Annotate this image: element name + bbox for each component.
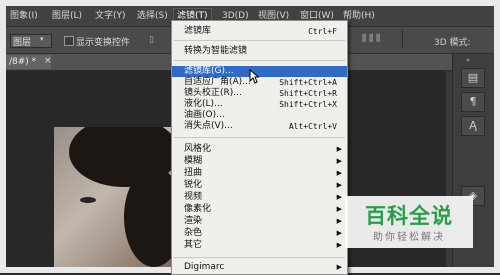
menu-item-video[interactable]: 视频 ▶ (172, 192, 347, 203)
menu-item-shortcut: Shift+Ctrl+X (279, 100, 337, 109)
menu-item-stylize[interactable]: 风格化 ▶ (172, 144, 347, 155)
document-tab-label: /8#) * (9, 57, 37, 67)
menu-item-label: 消失点(V)... (184, 121, 233, 131)
collapse-icon[interactable]: » (466, 56, 470, 64)
submenu-arrow-icon: ▶ (336, 229, 342, 237)
submenu-arrow-icon: ▶ (336, 241, 342, 249)
menu-item-adaptive-wide-angle[interactable]: 自适应广角(A)... Shift+Ctrl+A (172, 77, 347, 88)
menu-separator (174, 257, 345, 258)
divider (402, 30, 403, 48)
submenu-arrow-icon: ▶ (336, 145, 342, 153)
menu-item-label: 镜头校正(R)... (184, 88, 242, 98)
menu-item-lens-correction[interactable]: 镜头校正(R)... Shift+Ctrl+R (172, 88, 347, 99)
menu-image[interactable]: 图象(I) (7, 9, 41, 23)
preset-label: 图层 (13, 38, 32, 48)
submenu-arrow-icon: ▶ (336, 181, 342, 189)
show-transform-checkbox[interactable] (64, 36, 74, 46)
menu-item-label: 杂色 (184, 228, 203, 238)
submenu-arrow-icon: ▶ (336, 263, 342, 271)
menu-item-blur[interactable]: 模糊 ▶ (172, 156, 347, 167)
menu-item-label: 扭曲 (184, 168, 203, 178)
menu-item-other[interactable]: 其它 ▶ (172, 240, 347, 251)
watermark: 百科全说 助你轻松解决 (345, 196, 473, 248)
menu-separator (174, 60, 345, 61)
menu-item-label: 滤镜库 (184, 26, 212, 36)
photo-image (54, 127, 174, 267)
menu-item-vanishing-point[interactable]: 消失点(V)... Alt+Ctrl+V (172, 121, 347, 132)
menu-item-shortcut: Alt+Ctrl+V (288, 122, 337, 131)
submenu-arrow-icon: ▶ (336, 217, 342, 225)
chevron-down-icon: ▾ (40, 35, 44, 43)
menu-item-label: 锐化 (184, 180, 203, 190)
menu-item-digimarc[interactable]: Digimarc ▶ (172, 262, 347, 273)
menu-layer[interactable]: 图层(L) (49, 9, 85, 23)
menu-item-label: 像素化 (184, 204, 212, 214)
menu-item-convert-smart[interactable]: 转换为智能滤镜 (172, 46, 347, 57)
close-icon[interactable]: × (44, 56, 52, 66)
menu-item-label: 渲染 (184, 216, 203, 226)
menu-item-render[interactable]: 渲染 ▶ (172, 216, 347, 227)
menu-item-label: 视频 (184, 192, 203, 202)
menu-item-sharpen[interactable]: 锐化 ▶ (172, 180, 347, 191)
menu-item-label: Digimarc (184, 262, 225, 272)
show-transform-label: 显示变换控件 (76, 38, 131, 48)
menu-item-last-filter[interactable]: 滤镜库 Ctrl+F (172, 26, 347, 37)
menu-item-oil-paint[interactable]: 油画(O)... (172, 110, 347, 121)
submenu-arrow-icon: ▶ (336, 169, 342, 177)
menu-separator (174, 40, 345, 41)
menu-item-distort[interactable]: 扭曲 ▶ (172, 168, 347, 179)
menu-item-label: 滤镜库(G)... (184, 66, 234, 76)
distribute-icons[interactable]: ⫼ ⫼ ⫼ (362, 34, 380, 44)
menu-item-label: 液化(L)... (184, 99, 223, 109)
menu-separator (174, 137, 345, 138)
menu-type[interactable]: 文字(Y) (92, 9, 129, 23)
paragraph-icon[interactable]: ¶ (461, 92, 485, 112)
align-icon[interactable]: ▯ (149, 35, 154, 45)
menu-item-label: 自适应广角(A)... (184, 77, 251, 87)
eye (80, 197, 96, 203)
menu-item-noise[interactable]: 杂色 ▶ (172, 228, 347, 239)
menu-item-label: 其它 (184, 240, 203, 250)
menu-item-filter-gallery[interactable]: 滤镜库(G)... (172, 66, 347, 77)
watermark-title: 百科全说 (365, 204, 453, 228)
menu-item-shortcut: Shift+Ctrl+R (279, 89, 337, 98)
submenu-arrow-icon: ▶ (336, 193, 342, 201)
menu-item-label: 模糊 (184, 156, 203, 166)
submenu-arrow-icon: ▶ (336, 205, 342, 213)
menu-item-shortcut: Ctrl+F (308, 27, 337, 36)
menu-item-label: 风格化 (184, 144, 212, 154)
history-icon[interactable]: ▤ (461, 68, 485, 88)
3d-mode-label: 3D 模式: (434, 38, 471, 48)
menu-item-label: 转换为智能滤镜 (184, 46, 248, 56)
menu-select[interactable]: 选择(S) (134, 9, 171, 23)
mouse-cursor-icon (249, 69, 259, 84)
character-icon[interactable]: Ą (461, 116, 485, 136)
submenu-arrow-icon: ▶ (336, 157, 342, 165)
filter-menu: 滤镜库 Ctrl+F 转换为智能滤镜 滤镜库(G)... 自适应广角(A)...… (171, 20, 348, 275)
watermark-subtitle: 助你轻松解决 (373, 232, 445, 243)
menu-item-liquify[interactable]: 液化(L)... Shift+Ctrl+X (172, 99, 347, 110)
menu-item-pixelate[interactable]: 像素化 ▶ (172, 204, 347, 215)
menu-item-shortcut: Shift+Ctrl+A (279, 78, 337, 87)
menu-item-label: 油画(O)... (184, 110, 225, 120)
